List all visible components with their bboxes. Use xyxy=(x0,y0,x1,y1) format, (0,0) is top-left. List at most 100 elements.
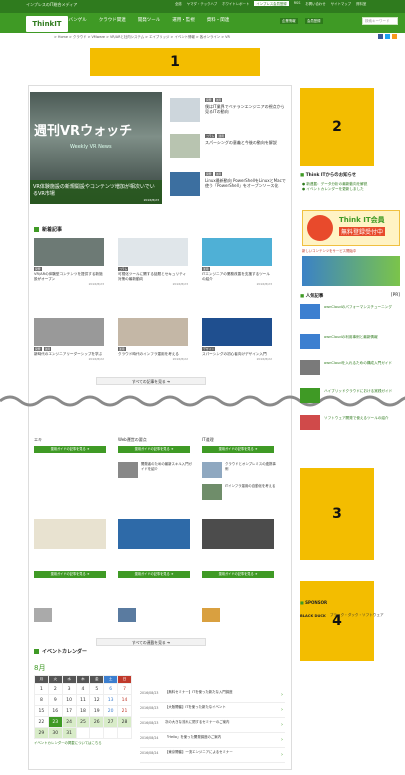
tag: コラム xyxy=(205,134,216,138)
nav-item[interactable]: 運用・監視 xyxy=(172,17,195,23)
sponsor-item[interactable]: BLACK DUCK ブラック・ダック・ソフトウェア xyxy=(300,613,384,618)
event-row[interactable]: 2016/08/23 【無料セミナー】ITを使った新たな入門講座 › xyxy=(140,688,285,703)
facebook-icon[interactable] xyxy=(378,34,383,39)
series-thumb[interactable] xyxy=(34,519,106,549)
sponsor-title-text: SPONSOR xyxy=(305,600,328,605)
event-row[interactable]: 2016/08/24 【東京開催】一流エンジニアによるセミナー › xyxy=(140,748,285,763)
top-link[interactable]: サイトマップ xyxy=(331,1,351,6)
latest-item[interactable]: 運用 ITエンジニアの業務改善を支援するツールの紹介 2016/8/23 xyxy=(202,238,272,286)
latest-date: 2016/8/22 xyxy=(88,356,104,361)
rss-icon[interactable] xyxy=(392,34,397,39)
weekday: 金 xyxy=(89,675,105,684)
all-series-button[interactable]: すべての連載を見る ➔ xyxy=(96,638,206,646)
series-thumb[interactable] xyxy=(118,608,136,622)
promo-banner[interactable] xyxy=(302,256,400,286)
pr-item[interactable]: ハイブリッドクラウドにおける実践ガイド xyxy=(300,388,395,404)
side-article-title[interactable]: スパーシングの意義と今後の動向を解説 xyxy=(205,140,287,145)
member-banner-title: Think IT会員 xyxy=(339,216,385,224)
tag: 運用 xyxy=(217,134,225,138)
corporate-button[interactable]: 企業情報 xyxy=(280,18,298,24)
hero-logo: 週刊VRウォッチ xyxy=(34,124,133,139)
all-articles-button[interactable]: すべての記事を見る ➔ xyxy=(96,377,206,385)
top-link[interactable]: 資料室 xyxy=(356,1,366,6)
member-banner[interactable]: Think IT会員 無料登録受付中 xyxy=(302,210,400,246)
series-thumb[interactable] xyxy=(34,608,52,622)
latest-thumb xyxy=(118,238,188,266)
hero-date: 2016/8/23 xyxy=(143,198,159,202)
series-thumb[interactable] xyxy=(202,519,274,549)
series-text[interactable]: ITインフラ運用の自動化を考える xyxy=(225,484,277,489)
series-more-button[interactable]: 運用ガイドの記事を見る ➔ xyxy=(118,446,190,453)
latest-date: 2016/8/23 xyxy=(172,281,188,286)
series-more-button[interactable]: 運用ガイドの記事を見る ➔ xyxy=(118,571,190,578)
series-thumb[interactable] xyxy=(202,462,222,478)
series-text[interactable]: 開発者のための最新スキル入門ガイドを紹介 xyxy=(141,462,193,472)
document-icon xyxy=(34,227,39,232)
main-nav: エバンゲル クラウド関連 開発ツール 運用・監視 資料・関連 xyxy=(54,17,229,23)
nav-item[interactable]: エバンゲル xyxy=(64,17,87,23)
top-link[interactable]: ホワイトレポート xyxy=(222,1,249,6)
calendar-footer-link[interactable]: イベントカレンダーの掲載についてはこちら xyxy=(34,740,132,745)
side-tags: コラム 運用 xyxy=(205,134,225,138)
nav-item[interactable]: 開発ツール xyxy=(138,17,161,23)
latest-item[interactable]: 開発 VR/ARの体験型コンテンツを提供する新施設がオープン 2016/8/23 xyxy=(34,238,104,286)
latest-date: 2016/8/22 xyxy=(172,356,188,361)
tag: 運用 xyxy=(43,347,52,351)
latest-tags: 開発 運用 xyxy=(34,347,104,351)
latest-item[interactable]: デザイン スパーシングの初心者向けデザイン入門 2016/8/22 xyxy=(202,318,272,361)
event-row[interactable]: 2016/08/24 「Hello」を使った開発講座のご案内 › xyxy=(140,733,285,748)
sponsor-block: ■ SPONSOR BLACK DUCK ブラック・ダック・ソフトウェア xyxy=(300,600,384,618)
tag: 運用 xyxy=(214,98,223,102)
event-row[interactable]: 2016/08/23 次の大きな流れに関するセミナーのご案内 › xyxy=(140,718,285,733)
hero-feature[interactable]: 週刊VRウォッチ Weekly VR News VR体験施設の新規開設やコンテン… xyxy=(30,92,162,204)
top-link[interactable]: お問い合わせ xyxy=(305,1,325,6)
tag: 開発 xyxy=(34,347,42,351)
top-link[interactable]: RSS xyxy=(294,1,301,6)
series-thumb[interactable] xyxy=(202,484,222,500)
top-bar: インプレスのIT総合メディア 全誌 ヤマダ・テックハブ ホワイトレポート インプ… xyxy=(0,0,405,13)
pr-item[interactable]: ownCloudを入れるための構成入門ガイド xyxy=(300,360,395,376)
member-link[interactable]: 新しいコンテンツをサービス開始中 xyxy=(302,248,356,253)
sponsor-text: ブラック・ダック・ソフトウェア xyxy=(329,613,384,617)
nav-item[interactable]: クラウド関連 xyxy=(99,17,126,23)
latest-item[interactable]: 開発 運用 新時代のエンジニアリーダーシップを学ぶ 2016/8/22 xyxy=(34,318,104,361)
series-more-button[interactable]: 運用ガイドの記事を見る ➔ xyxy=(34,446,106,453)
event-text: 【大阪開催】ITを使った新たなイベント xyxy=(165,705,226,709)
series-thumb[interactable] xyxy=(118,462,138,478)
event-date: 2016/08/24 xyxy=(140,736,159,740)
series-more-button[interactable]: 運用ガイドの記事を見る ➔ xyxy=(34,571,106,578)
pr-text: ソフトウェア開発で使えるツールの紹介 xyxy=(324,416,389,420)
side-thumb[interactable] xyxy=(170,134,200,158)
twitter-icon[interactable] xyxy=(385,34,390,39)
pr-item[interactable]: ownCloudのパフォーマンスチューニング xyxy=(300,304,395,320)
pr-item[interactable]: ownCloudの利用事例と最新情報 xyxy=(300,334,395,350)
side-article-title[interactable]: 僕はIT業界でベテランエンジニアの視点から見るITの動向 xyxy=(205,104,287,114)
pr-thumb xyxy=(300,334,320,349)
latest-title: 新着記事 xyxy=(34,226,62,233)
pr-text: ownCloudのパフォーマンスチューニング xyxy=(324,305,392,309)
register-button[interactable]: 会員登録 xyxy=(305,18,323,24)
top-link[interactable]: ヤマダ・テックハブ xyxy=(187,1,217,6)
latest-date: 2016/8/23 xyxy=(88,281,104,286)
event-row[interactable]: 2016/08/23 【大阪開催】ITを使った新たなイベント › xyxy=(140,703,285,718)
series-thumb[interactable] xyxy=(118,519,190,549)
latest-item[interactable]: コラム 可視化ツールに関する話題とセキュリティ対策の最新動向 2016/8/23 xyxy=(118,238,188,286)
side-thumb[interactable] xyxy=(170,172,200,196)
series-text[interactable]: クラウドとオンプレミスの連携事例 xyxy=(225,462,277,472)
latest-tags: 運用 xyxy=(118,347,188,351)
top-link-highlight[interactable]: インプレス会員登録 xyxy=(254,1,289,6)
top-link[interactable]: 全誌 xyxy=(175,1,182,6)
search-input[interactable]: 検索キーワード xyxy=(362,17,398,25)
series-more-button[interactable]: 運用ガイドの記事を見る ➔ xyxy=(202,446,274,453)
side-thumb[interactable] xyxy=(170,98,200,122)
event-date: 2016/08/23 xyxy=(140,691,159,695)
latest-item[interactable]: 運用 クラウド時代のインフラ運用を考える 2016/8/22 xyxy=(118,318,188,361)
side-article-title[interactable]: Linux最新動向 PowerShellをLinuxとMacで使う「PowerS… xyxy=(205,178,287,188)
nav-item[interactable]: 資料・関連 xyxy=(207,17,230,23)
series-more-button[interactable]: 運用ガイドの記事を見る ➔ xyxy=(202,571,274,578)
pr-item[interactable]: ソフトウェア開発で使えるツールの紹介 xyxy=(300,415,395,431)
pr-text: ハイブリッドクラウドにおける実践ガイド xyxy=(324,389,393,393)
series-thumb[interactable] xyxy=(202,608,220,622)
notice-item[interactable]: ● イベントカレンダーを更新しました xyxy=(302,187,397,192)
hero-caption-text: VR体験施設の新規開設やコンテンツ増加が相次いでいるVR市場 xyxy=(33,184,155,197)
